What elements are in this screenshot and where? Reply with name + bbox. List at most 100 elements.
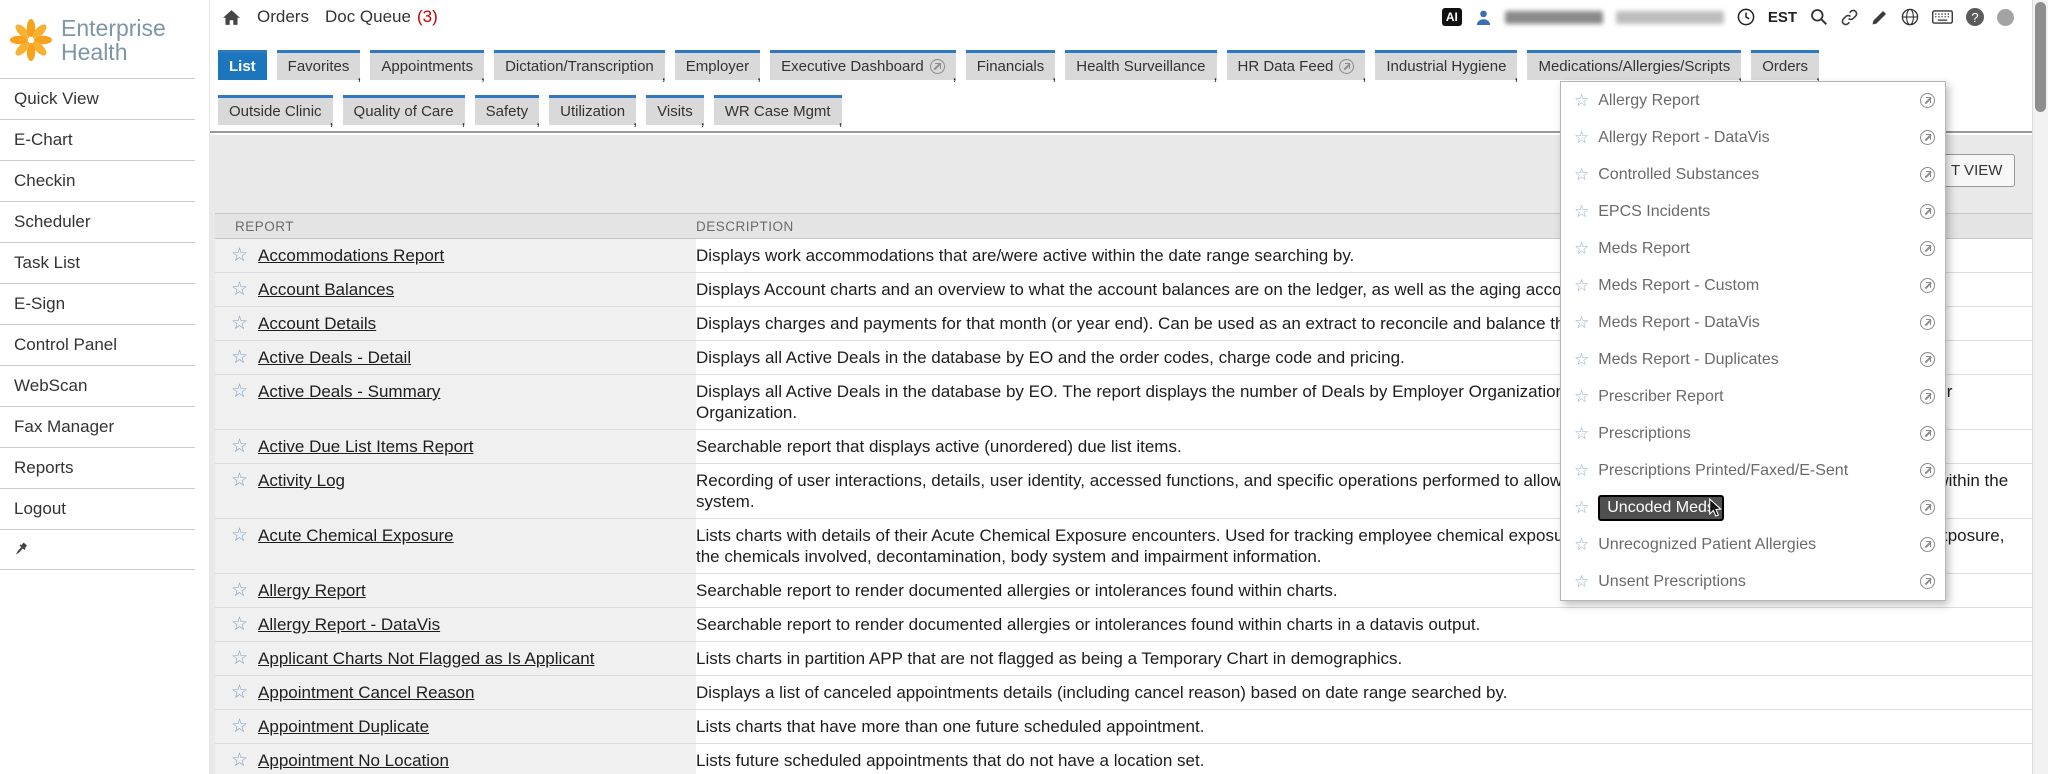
tab-health-surveillance[interactable]: Health Surveillance [1065,50,1216,80]
circled-arrow-icon[interactable] [1920,241,1935,256]
tab-quality-of-care[interactable]: Quality of Care [343,95,465,125]
circled-arrow-icon[interactable] [1920,389,1935,404]
tab-executive-dashboard[interactable]: Executive Dashboard [770,50,956,80]
favorite-star-icon[interactable] [231,436,248,457]
circled-arrow-icon[interactable] [1920,130,1935,145]
sidebar-item-reports[interactable]: Reports [0,447,195,488]
report-link[interactable]: Applicant Charts Not Flagged as Is Appli… [258,648,594,669]
home-icon[interactable] [222,9,241,26]
tab-appointments[interactable]: Appointments [370,50,484,80]
menu-item-meds-report-datavis[interactable]: Meds Report - DataVis [1561,304,1945,341]
menu-item-prescriptions-printed-faxed-e-sent[interactable]: Prescriptions Printed/Faxed/E-Sent [1561,452,1945,489]
circled-arrow-icon[interactable] [1920,352,1935,367]
favorite-star-icon[interactable] [231,716,248,737]
star-icon[interactable] [1574,498,1589,518]
circled-arrow-icon[interactable] [1920,463,1935,478]
tab-wr-case-mgmt[interactable]: WR Case Mgmt [714,95,842,125]
star-icon[interactable] [1574,350,1589,370]
sidebar-item-webscan[interactable]: WebScan [0,365,195,406]
favorite-star-icon[interactable] [231,580,248,601]
tab-hr-data-feed[interactable]: HR Data Feed [1227,50,1366,80]
menu-item-prescriber-report[interactable]: Prescriber Report [1561,378,1945,415]
circled-arrow-icon[interactable] [1920,426,1935,441]
report-link[interactable]: Appointment No Location [258,750,449,771]
tab-industrial-hygiene[interactable]: Industrial Hygiene [1375,50,1517,80]
breadcrumb-doc-queue[interactable]: Doc Queue (3) [325,7,438,27]
tab-employer[interactable]: Employer [675,50,760,80]
sidebar-item-quick-view[interactable]: Quick View [0,78,195,119]
favorite-star-icon[interactable] [231,347,248,368]
report-link[interactable]: Account Details [258,313,376,334]
favorite-star-icon[interactable] [231,682,248,703]
menu-item-uncoded-meds[interactable]: Uncoded Meds [1561,489,1945,526]
menu-item-controlled-substances[interactable]: Controlled Substances [1561,156,1945,193]
report-link[interactable]: Appointment Duplicate [258,716,429,737]
star-icon[interactable] [1574,387,1589,407]
circled-arrow-icon[interactable] [1920,315,1935,330]
star-icon[interactable] [1574,165,1589,185]
menu-item-meds-report-duplicates[interactable]: Meds Report - Duplicates [1561,341,1945,378]
sidebar-item-task-list[interactable]: Task List [0,242,195,283]
star-icon[interactable] [1574,461,1589,481]
report-link[interactable]: Allergy Report [258,580,366,601]
menu-item-unsent-prescriptions[interactable]: Unsent Prescriptions [1561,563,1945,600]
star-icon[interactable] [1574,535,1589,555]
star-icon[interactable] [1574,128,1589,148]
circled-arrow-icon[interactable] [1920,537,1935,552]
tab-dictation-transcription[interactable]: Dictation/Transcription [494,50,665,80]
star-icon[interactable] [1574,424,1589,444]
view-button[interactable]: T VIEW [1938,154,2015,187]
report-link[interactable]: Active Deals - Summary [258,381,440,402]
sidebar-item-control-panel[interactable]: Control Panel [0,324,195,365]
circled-arrow-icon[interactable] [1920,500,1935,515]
clock-icon[interactable] [1737,8,1755,26]
menu-item-epcs-incidents[interactable]: EPCS Incidents [1561,193,1945,230]
tab-visits[interactable]: Visits [646,95,704,125]
tab-financials[interactable]: Financials [966,50,1056,80]
pencil-icon[interactable] [1871,9,1888,26]
menu-item-prescriptions[interactable]: Prescriptions [1561,415,1945,452]
report-link[interactable]: Acute Chemical Exposure [258,525,454,546]
tab-outside-clinic[interactable]: Outside Clinic [218,95,333,125]
circled-arrow-icon[interactable] [1920,167,1935,182]
scrollbar-thumb[interactable] [2035,2,2046,112]
circled-arrow-icon[interactable] [1920,278,1935,293]
globe-icon[interactable] [1901,8,1919,26]
favorite-star-icon[interactable] [231,525,248,546]
menu-item-meds-report-custom[interactable]: Meds Report - Custom [1561,267,1945,304]
circled-arrow-icon[interactable] [1339,59,1354,74]
tab-medications-allergies-scripts[interactable]: Medications/Allergies/Scripts [1527,50,1741,80]
favorite-star-icon[interactable] [231,313,248,334]
favorite-star-icon[interactable] [231,470,248,491]
keyboard-icon[interactable] [1932,10,1953,24]
star-icon[interactable] [1574,239,1589,259]
tab-favorites[interactable]: Favorites [277,50,361,80]
sidebar-item-checkin[interactable]: Checkin [0,160,195,201]
favorite-star-icon[interactable] [231,648,248,669]
user-icon[interactable] [1475,9,1492,26]
ai-assistant-icon[interactable]: AI [1442,8,1462,26]
star-icon[interactable] [1574,276,1589,296]
favorite-star-icon[interactable] [231,381,248,402]
tab-orders[interactable]: Orders [1751,50,1819,80]
favorite-star-icon[interactable] [231,750,248,771]
star-icon[interactable] [1574,202,1589,222]
menu-item-meds-report[interactable]: Meds Report [1561,230,1945,267]
circled-arrow-icon[interactable] [1920,574,1935,589]
favorite-star-icon[interactable] [231,245,248,266]
report-link[interactable]: Account Balances [258,279,394,300]
tab-utilization[interactable]: Utilization [549,95,636,125]
favorite-star-icon[interactable] [231,279,248,300]
link-icon[interactable] [1841,9,1858,26]
help-icon[interactable] [1966,8,1984,26]
search-icon[interactable] [1810,8,1828,26]
menu-item-unrecognized-patient-allergies[interactable]: Unrecognized Patient Allergies [1561,526,1945,563]
menu-item-allergy-report-datavis[interactable]: Allergy Report - DataVis [1561,119,1945,156]
tab-safety[interactable]: Safety [475,95,540,125]
star-icon[interactable] [1574,91,1589,111]
circled-arrow-icon[interactable] [1920,93,1935,108]
sidebar-item-logout[interactable]: Logout [0,488,195,529]
sidebar-item-e-chart[interactable]: E-Chart [0,119,195,160]
sidebar-item-scheduler[interactable]: Scheduler [0,201,195,242]
star-icon[interactable] [1574,313,1589,333]
